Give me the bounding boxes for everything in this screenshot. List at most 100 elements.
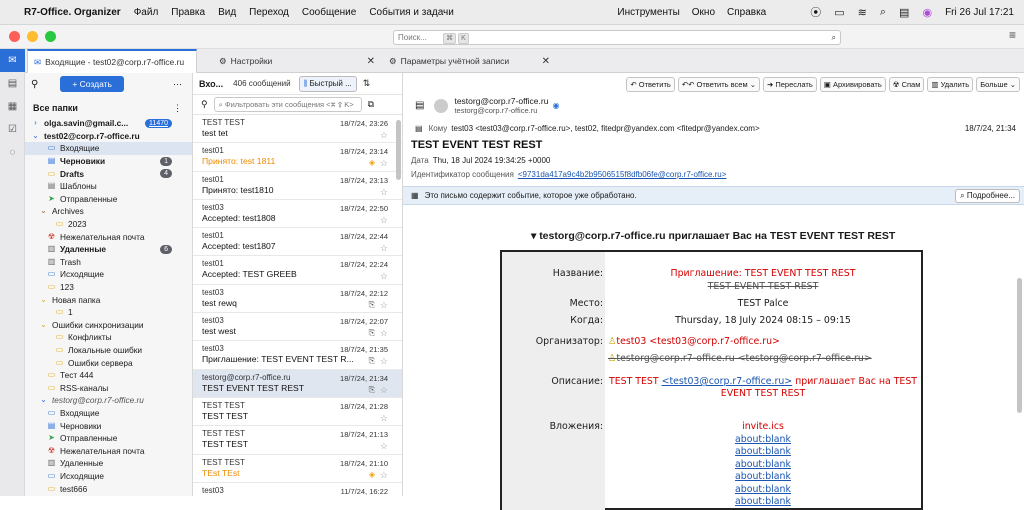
folder-item[interactable]: ➤ Отправленные	[25, 193, 192, 206]
close-icon[interactable]: ✕	[367, 56, 375, 67]
message-row[interactable]: test01 Accepted: test1807 18/7/24, 22:44 ☆	[193, 228, 402, 257]
message-row[interactable]: TEST TEST test tet 18/7/24, 23:26 ☆	[193, 115, 402, 144]
siri-icon[interactable]: ◉	[922, 6, 932, 19]
menu-view[interactable]: Вид	[218, 7, 236, 18]
message-row[interactable]: test01 Принято: test 1811 18/7/24, 23:14 ☆ ◈	[193, 143, 402, 172]
star-icon[interactable]: ☆	[380, 300, 388, 311]
filter-messages-input[interactable]: ⌕ Фильтровать эти сообщения <⌘ ⇧ K>	[213, 97, 362, 112]
menu-edit[interactable]: Правка	[171, 7, 205, 18]
wifi-icon[interactable]: ≋	[858, 6, 867, 19]
view-options-icon[interactable]: ⇅	[363, 78, 371, 89]
folder-item[interactable]: ▭ Конфликты	[25, 331, 192, 344]
message-row[interactable]: test01 Accepted: TEST GREEB 18/7/24, 22:24…	[193, 256, 402, 285]
tab-account-settings[interactable]: ⚙ Параметры учётной записи ✕	[383, 49, 558, 73]
tab-inbox[interactable]: ✉ Входящие - test02@corp.r7-office.ru	[27, 49, 197, 73]
toolbar-more-button[interactable]: Больше ⌄	[976, 76, 1020, 92]
close-icon[interactable]: ✕	[542, 56, 550, 67]
folder-item[interactable]: ▭ Ошибки сервера	[25, 356, 192, 369]
attachment-link[interactable]: invite.ics	[605, 421, 921, 434]
star-icon[interactable]: ☆	[380, 187, 388, 198]
minimize-window-button[interactable]	[27, 31, 38, 42]
folder-item[interactable]: ▭ Входящие	[25, 142, 192, 155]
more-options-icon[interactable]: ⋯	[173, 79, 182, 90]
menu-help[interactable]: Справка	[727, 7, 766, 18]
folder-item[interactable]: ▤ Черновики 1	[25, 155, 192, 168]
filter-options-icon[interactable]: ⧉	[368, 99, 374, 110]
toolbar-archive-button[interactable]: ▣ Архивировать	[819, 76, 886, 92]
zoom-window-button[interactable]	[45, 31, 56, 42]
chat-space-icon[interactable]: ◌	[0, 141, 25, 164]
app-menu-icon[interactable]: ≡	[1009, 28, 1016, 42]
star-icon[interactable]: ☆	[380, 328, 388, 339]
folder-item[interactable]: ⌄ test02@corp.r7-office.ru	[25, 130, 192, 143]
quick-filter-button[interactable]: ⫼ Быстрый ...	[298, 75, 357, 92]
folder-item[interactable]: ▭ 123	[25, 281, 192, 294]
folder-item[interactable]: ▭ 2023	[25, 218, 192, 231]
folder-item[interactable]: ▥ Удаленные	[25, 457, 192, 470]
calendar-space-icon[interactable]: ▦	[0, 95, 25, 118]
folder-item[interactable]: ⌄ Archives	[25, 205, 192, 218]
to-value[interactable]: test03 <test03@corp.r7-office.ru>, test0…	[451, 124, 759, 133]
menu-message[interactable]: Сообщение	[302, 7, 356, 18]
message-row[interactable]: testorg@corp.r7-office.ru TEST EVENT TEST…	[193, 369, 402, 398]
folder-item[interactable]: ▭ Drafts 4	[25, 167, 192, 180]
folder-item[interactable]: ▥ Trash	[25, 256, 192, 269]
folder-item[interactable]: ▭ 1	[25, 306, 192, 319]
message-list-scrollbar[interactable]	[396, 120, 401, 180]
attachment-link[interactable]: about:blank	[605, 459, 921, 472]
toolbar-reply-all-button[interactable]: ↶↶ Ответить всем ⌄	[677, 76, 760, 92]
folder-item[interactable]: ⌄ testorg@corp.r7-office.ru	[25, 394, 192, 407]
folder-item[interactable]: ▤ Черновики	[25, 419, 192, 432]
menu-window[interactable]: Окно	[692, 7, 715, 18]
star-icon[interactable]: ☆	[380, 215, 388, 226]
toolbar-junk-button[interactable]: ☢ Спам	[888, 76, 925, 92]
menu-app-name[interactable]: R7-Office. Organizer	[24, 7, 121, 18]
message-row[interactable]: test0311/7/24, 16:22☆	[193, 483, 402, 496]
attachment-link[interactable]: about:blank	[605, 484, 921, 497]
message-row[interactable]: TEST TEST TEST TEST 18/7/24, 21:28 ☆	[193, 398, 402, 427]
attachment-link[interactable]: about:blank	[605, 446, 921, 459]
desc-link[interactable]: <test03@corp.r7-office.ru>	[662, 376, 793, 387]
msgid-link[interactable]: <9731da417a9c4b2b9506515f8dfb06fe@corp.r…	[518, 170, 727, 179]
addressbook-space-icon[interactable]: ▤	[0, 72, 25, 95]
organizer-value[interactable]: test03 <test03@corp.r7-office.ru>	[616, 336, 779, 347]
close-window-button[interactable]	[9, 31, 20, 42]
folder-item[interactable]: ➤ Отправленные	[25, 432, 192, 445]
star-icon[interactable]: ☆	[380, 356, 388, 367]
message-row[interactable]: test01 Принято: test1810 18/7/24, 23:13 ☆	[193, 172, 402, 200]
menu-go[interactable]: Переход	[249, 7, 289, 18]
folder-item[interactable]: ▭ Исходящие	[25, 470, 192, 483]
folder-item[interactable]: ☢ Нежелательная почта	[25, 444, 192, 457]
global-search-input[interactable]: Поиск... ⌘ K ⌕	[393, 30, 841, 45]
attachment-link[interactable]: about:blank	[605, 434, 921, 447]
folder-item[interactable]: ▭ Тест 444	[25, 369, 192, 382]
attachment-link[interactable]: about:blank	[605, 471, 921, 484]
folder-item[interactable]: ▭ Входящие	[25, 407, 192, 420]
message-row[interactable]: test03 Accepted: test1808 18/7/24, 22:50 ☆	[193, 200, 402, 229]
get-mail-icon[interactable]: ⚲	[31, 79, 38, 90]
menu-tools[interactable]: Инструменты	[617, 7, 679, 18]
search-icon[interactable]: ⌕	[880, 6, 886, 19]
battery-icon[interactable]: ▭	[834, 6, 844, 19]
toolbar-reply-button[interactable]: ↶ Ответить	[626, 76, 675, 92]
from-name[interactable]: testorg@corp.r7-office.ru	[454, 96, 548, 106]
folder-item[interactable]: ▭ Исходящие	[25, 268, 192, 281]
star-icon[interactable]: ☆	[380, 470, 388, 481]
menu-events[interactable]: События и задачи	[369, 7, 454, 18]
star-icon[interactable]: ☆	[380, 441, 388, 452]
folder-item[interactable]: ☢ Нежелательная почта	[25, 230, 192, 243]
message-row[interactable]: TEST TEST TEst TEst 18/7/24, 21:10 ☆ ◈	[193, 455, 402, 483]
folder-item[interactable]: ⌄ Новая папка	[25, 293, 192, 306]
star-icon[interactable]: ☆	[380, 130, 388, 141]
folder-item[interactable]: ▭ test666	[25, 482, 192, 495]
mail-space-icon[interactable]: ✉	[0, 49, 25, 72]
record-icon[interactable]: ⦿	[810, 4, 821, 20]
message-row[interactable]: TEST TEST TEST TEST 18/7/24, 21:13 ☆	[193, 426, 402, 455]
folder-item[interactable]: ⌄ Ошибки синхронизации	[25, 319, 192, 332]
folder-item[interactable]: ▭ Локальные ошибки	[25, 344, 192, 357]
invite-summary[interactable]: ▾ testorg@corp.r7-office.ru приглашает В…	[531, 230, 895, 242]
menu-file[interactable]: Файл	[134, 7, 159, 18]
star-icon[interactable]: ☆	[380, 413, 388, 424]
star-icon[interactable]: ☆	[380, 385, 388, 396]
star-icon[interactable]: ☆	[380, 158, 388, 169]
